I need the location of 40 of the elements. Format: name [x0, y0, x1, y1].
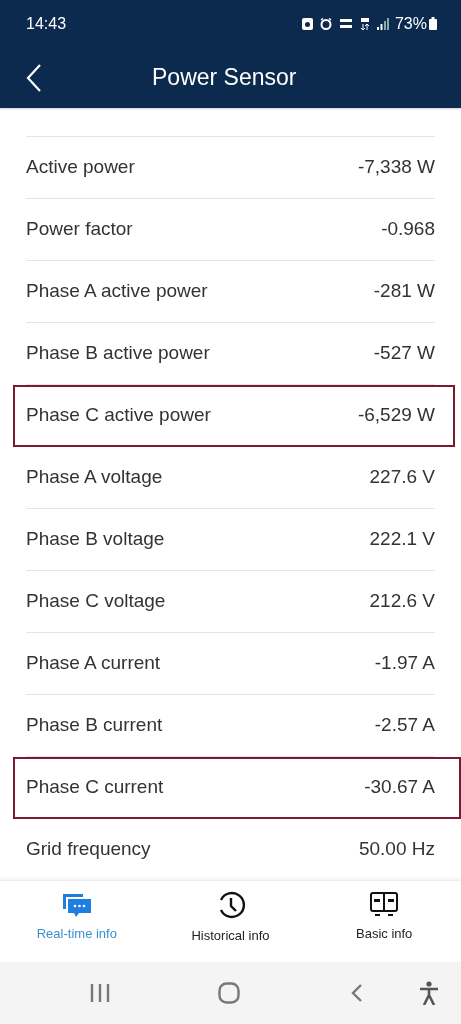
- row-value: -2.57 A: [374, 714, 435, 737]
- row-label: Phase C current: [26, 776, 165, 799]
- row-label: Phase B current: [26, 714, 164, 737]
- row-label: Phase C voltage: [26, 590, 167, 613]
- row-value: -30.67 A: [364, 776, 435, 799]
- row-value: -7,338 W: [357, 156, 435, 179]
- row-label: Phase B voltage: [26, 528, 166, 551]
- device-icon: [369, 892, 400, 919]
- chat-icon: [61, 892, 92, 919]
- row-value: 212.6 V: [369, 590, 435, 613]
- row-label: Phase A active power: [26, 280, 209, 303]
- row-label: Phase A current: [26, 652, 162, 675]
- row-value: 222.1 V: [369, 528, 435, 551]
- tab[interactable]: Real-time info: [0, 881, 154, 963]
- row-value: -1.97 A: [374, 652, 435, 675]
- data-arrows-icon: [359, 17, 370, 30]
- row-value: -6,529 W: [357, 404, 435, 427]
- row-value: -0.968: [381, 218, 435, 241]
- row-value: 227.6 V: [369, 466, 435, 489]
- row-label: Phase B active power: [26, 342, 211, 365]
- tab[interactable]: Historical info: [153, 881, 308, 963]
- tab[interactable]: Basic info: [307, 881, 461, 963]
- battery-percent: 73%: [394, 14, 427, 33]
- accessibility-button[interactable]: [419, 981, 439, 1006]
- home-button[interactable]: [218, 982, 240, 1005]
- row-label: Power factor: [26, 218, 134, 241]
- row-label: Grid frequency: [26, 838, 152, 861]
- status-time: 14:43: [26, 14, 67, 33]
- row-value: -527 W: [373, 342, 435, 365]
- row-label: Phase C active power: [26, 404, 212, 427]
- signal-icon: [376, 17, 389, 30]
- row-value: -281 W: [373, 280, 435, 303]
- battery-icon: [429, 17, 437, 31]
- page-title: Power Sensor: [152, 64, 297, 92]
- alarm-icon: [319, 17, 332, 30]
- notification-icon: [301, 17, 313, 30]
- row-label: Active power: [26, 156, 136, 179]
- row-label: Phase A voltage: [26, 466, 164, 489]
- recent-apps-button[interactable]: [90, 984, 110, 1003]
- row-value: 50.00 Hz: [358, 838, 435, 861]
